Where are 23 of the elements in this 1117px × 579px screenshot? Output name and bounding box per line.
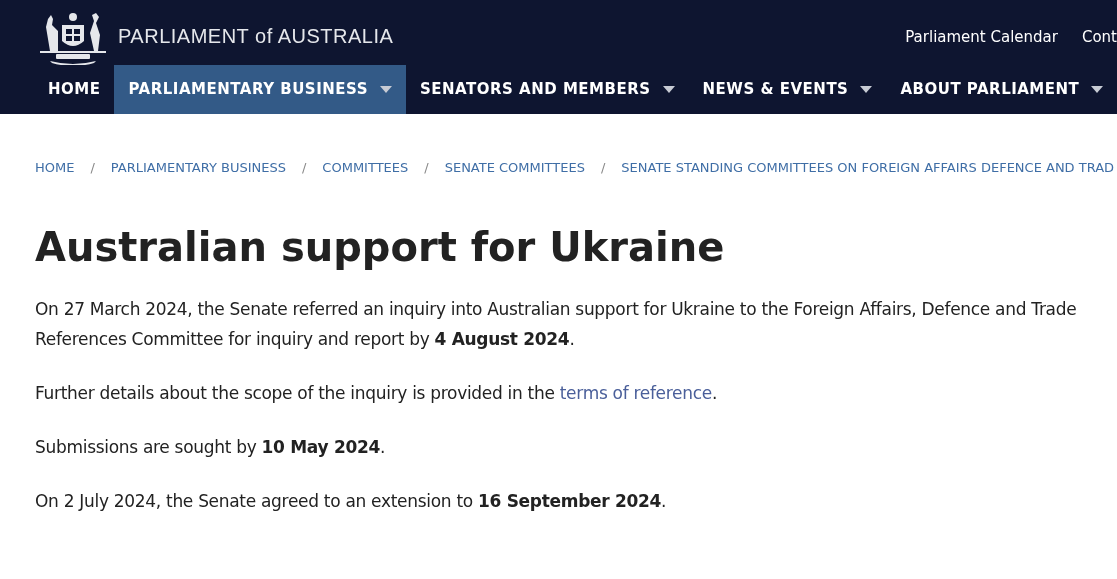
breadcrumb-link[interactable]: COMMITTEES: [322, 158, 409, 178]
breadcrumb-link[interactable]: SENATE STANDING COMMITTEES ON FOREIGN AFFAIRS DEFENCE AND TRAD: [621, 158, 1115, 178]
breadcrumb-link[interactable]: PARLIAMENTARY BUSINESS: [110, 158, 286, 178]
utility-link[interactable]: Parliament Calendar: [905, 26, 1058, 49]
nav-tab[interactable]: HOME: [34, 65, 115, 114]
nav-tab[interactable]: ABOUT PARLIAMENT: [886, 65, 1117, 114]
paragraph: Submissions are sought by 10 May 2024.: [35, 435, 387, 459]
breadcrumb-separator: /: [301, 159, 307, 177]
page-title: Australian support for Ukraine: [35, 222, 726, 272]
terms-link[interactable]: terms of reference: [559, 382, 712, 403]
breadcrumb-link[interactable]: HOME: [35, 158, 75, 178]
paragraph: On 2 July 2024, the Senate agreed to an extension to 16 September 2024.: [35, 489, 668, 513]
site-title: PARLIAMENT of AUSTRALIA: [118, 24, 394, 49]
utility-link[interactable]: Cont: [1081, 26, 1117, 49]
breadcrumb-separator: /: [424, 159, 429, 177]
breadcrumb-separator: /: [90, 159, 95, 177]
breadcrumb-link[interactable]: SENATE COMMITTEES: [444, 158, 585, 178]
nav-tab[interactable]: SENATORS AND MEMBERS: [405, 65, 689, 114]
breadcrumb-separator: /: [600, 159, 606, 177]
paragraph: On 27 March 2024, the Senate referred an inquiry into Australian support for Ukraine to the Foreign Affairs, Defence and Trade References Committee for inquiry and report by 4 August 2024.: [35, 297, 1078, 351]
nav-tab[interactable]: NEWS & EVENTS: [688, 65, 887, 114]
paragraph: Further details about the scope of the inquiry is provided in the terms of reference.: [35, 381, 719, 405]
nav-tab[interactable]: PARLIAMENTARY BUSINESS: [114, 65, 406, 114]
